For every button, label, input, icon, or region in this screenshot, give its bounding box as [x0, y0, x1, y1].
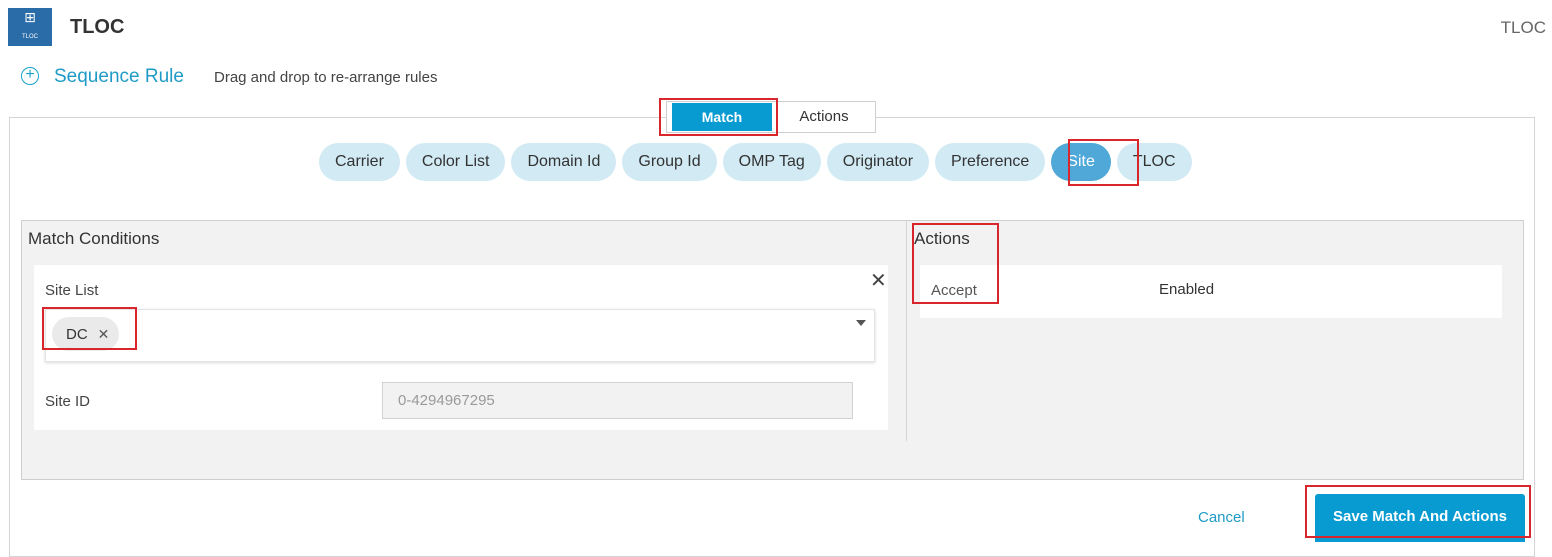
chip-tloc[interactable]: TLOC [1116, 143, 1192, 181]
chip-domain-id[interactable]: Domain Id [511, 143, 617, 181]
chip-omp-tag[interactable]: OMP Tag [722, 143, 821, 181]
site-list-tag-label: DC [66, 326, 88, 343]
site-list-label: Site List [45, 282, 99, 299]
policy-type-label: TLOC [1500, 18, 1546, 37]
drag-hint: Drag and drop to re-arrange rules [214, 69, 438, 86]
chevron-down-icon[interactable] [856, 320, 866, 326]
network-port-icon: ⊞ [24, 10, 36, 26]
chip-originator[interactable]: Originator [826, 143, 930, 181]
chip-group-id[interactable]: Group Id [622, 143, 717, 181]
site-list-select[interactable] [45, 309, 875, 362]
accept-label: Accept [931, 282, 977, 299]
chip-site[interactable]: Site [1051, 143, 1111, 181]
actions-tab[interactable]: Actions [776, 103, 872, 131]
site-id-input[interactable] [382, 382, 853, 419]
add-sequence-rule-link[interactable]: Sequence Rule [54, 66, 184, 88]
column-divider [906, 221, 907, 441]
chip-preference[interactable]: Preference [935, 143, 1046, 181]
close-icon[interactable]: ✕ [870, 270, 887, 290]
cancel-button[interactable]: Cancel [1198, 509, 1245, 526]
actions-title: Actions [914, 229, 970, 248]
tloc-icon-caption: TLOC [21, 34, 38, 40]
match-conditions-title: Match Conditions [28, 229, 160, 248]
add-circle-icon[interactable]: + [21, 67, 39, 85]
save-match-and-actions-button[interactable]: Save Match And Actions [1315, 494, 1525, 542]
remove-tag-icon[interactable]: ✕ [98, 326, 110, 342]
chip-color-list[interactable]: Color List [405, 143, 506, 181]
site-id-label: Site ID [45, 393, 91, 410]
site-list-tag: DC ✕ [52, 317, 120, 351]
page-title: TLOC [70, 16, 125, 38]
match-tab[interactable]: Match [672, 103, 772, 131]
accept-status: Enabled [1159, 281, 1215, 298]
tloc-app-icon: ⊞ TLOC [8, 8, 52, 46]
chip-carrier[interactable]: Carrier [319, 143, 400, 181]
match-type-chips: Carrier Color List Domain Id Group Id OM… [319, 143, 1192, 181]
